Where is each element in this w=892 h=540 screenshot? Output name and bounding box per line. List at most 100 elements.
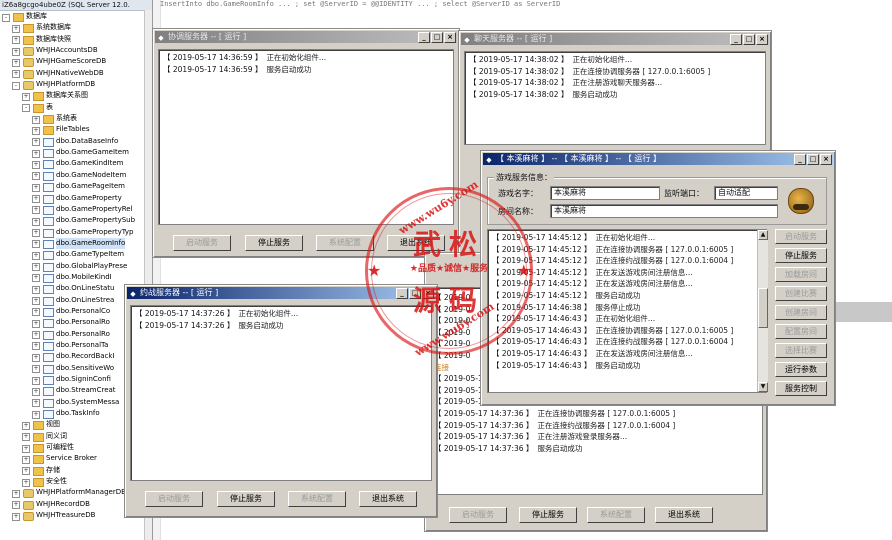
expand-icon[interactable]: + bbox=[32, 149, 40, 158]
tree-node[interactable]: + 数据库关系图 bbox=[0, 90, 152, 102]
expand-icon[interactable]: + bbox=[32, 285, 40, 294]
expand-icon[interactable]: + bbox=[32, 195, 40, 203]
tree-node[interactable]: + dbo.GameProperty bbox=[0, 193, 152, 204]
expand-icon[interactable]: + bbox=[12, 47, 20, 56]
stop-service-button[interactable]: 停止服务 bbox=[519, 507, 577, 523]
maximize-button[interactable]: □ bbox=[807, 154, 819, 165]
tree-node[interactable]: + dbo.GameGameItem bbox=[0, 147, 152, 159]
expand-icon[interactable]: + bbox=[32, 365, 40, 374]
side-button[interactable]: 停止服务 bbox=[775, 248, 827, 263]
expand-icon[interactable]: + bbox=[22, 467, 30, 476]
expand-icon[interactable]: + bbox=[32, 206, 40, 215]
collapse-icon[interactable]: - bbox=[2, 13, 10, 22]
tree-node[interactable]: + dbo.GameTypeItem bbox=[0, 249, 152, 261]
expand-icon[interactable]: + bbox=[32, 410, 40, 419]
maximize-button[interactable]: □ bbox=[431, 32, 443, 43]
system-config-button[interactable]: 系统配置 bbox=[587, 507, 645, 523]
expand-icon[interactable]: + bbox=[32, 274, 40, 283]
tree-node[interactable]: + dbo.GamePropertySub bbox=[0, 215, 152, 227]
tree-node[interactable]: + dbo.GamePropertyRel bbox=[0, 204, 152, 215]
expand-icon[interactable]: + bbox=[32, 342, 40, 351]
game-name-field[interactable]: 本溪麻将 bbox=[550, 186, 660, 200]
side-button[interactable]: 加载房间 bbox=[775, 267, 827, 282]
expand-icon[interactable]: + bbox=[32, 353, 40, 362]
expand-icon[interactable]: + bbox=[12, 512, 20, 521]
scroll-up-arrow[interactable]: ▲ bbox=[758, 230, 768, 240]
expand-icon[interactable]: + bbox=[32, 138, 40, 147]
expand-icon[interactable]: + bbox=[32, 229, 40, 238]
scroll-thumb[interactable] bbox=[758, 288, 768, 328]
expand-icon[interactable]: + bbox=[22, 478, 30, 487]
minimize-button[interactable]: _ bbox=[794, 154, 806, 165]
close-button[interactable]: × bbox=[820, 154, 832, 165]
exit-system-button[interactable]: 退出系统 bbox=[655, 507, 713, 523]
expand-icon[interactable]: + bbox=[32, 263, 40, 272]
log-scrollbar[interactable]: ▲ ▼ bbox=[757, 230, 768, 392]
expand-icon[interactable]: + bbox=[32, 217, 40, 226]
expand-icon[interactable]: + bbox=[12, 58, 20, 67]
expand-icon[interactable]: + bbox=[12, 489, 20, 498]
scroll-down-arrow[interactable]: ▼ bbox=[758, 382, 768, 392]
stop-service-button[interactable]: 停止服务 bbox=[217, 491, 275, 507]
side-button[interactable]: 配置房间 bbox=[775, 324, 827, 339]
tree-node[interactable]: + dbo.GamePropertyTyp bbox=[0, 227, 152, 238]
expand-icon[interactable]: + bbox=[12, 36, 20, 45]
expand-icon[interactable]: + bbox=[32, 240, 40, 249]
tree-node[interactable]: + WHJHGameScoreDB bbox=[0, 56, 152, 68]
expand-icon[interactable]: + bbox=[32, 331, 40, 340]
expand-icon[interactable]: + bbox=[12, 70, 20, 79]
side-button[interactable]: 启动服务 bbox=[775, 229, 827, 244]
collapse-icon[interactable]: - bbox=[12, 81, 20, 90]
expand-icon[interactable]: + bbox=[32, 319, 40, 328]
room-name-field[interactable]: 本溪麻将 bbox=[550, 204, 778, 218]
tree-node[interactable]: - WHJHPlatformDB bbox=[0, 79, 152, 91]
exit-system-button[interactable]: 退出系统 bbox=[359, 491, 417, 507]
expand-icon[interactable]: + bbox=[32, 308, 40, 317]
tree-node[interactable]: + FileTables bbox=[0, 124, 152, 136]
tree-node[interactable]: + dbo.GlobalPlayPrese bbox=[0, 261, 152, 272]
expand-icon[interactable]: + bbox=[32, 115, 40, 124]
tree-node[interactable]: -表 bbox=[0, 102, 152, 113]
expand-icon[interactable]: + bbox=[22, 433, 30, 442]
window-title-bar[interactable]: ◆ 【 本溪麻将 】 -- 【 本溪麻将 】 -- 【 运行 】 bbox=[483, 153, 833, 165]
close-button[interactable]: × bbox=[756, 34, 768, 45]
window-title-bar[interactable]: ◆ 聊天服务器 -- [ 运行 ] bbox=[461, 33, 769, 45]
expand-icon[interactable]: + bbox=[32, 172, 40, 181]
tree-node[interactable]: + dbo.DataBaseInfo bbox=[0, 136, 152, 147]
tree-node[interactable]: + dbo.GamePageItem bbox=[0, 181, 152, 193]
side-button[interactable]: 创建房间 bbox=[775, 305, 827, 320]
maximize-button[interactable]: □ bbox=[743, 34, 755, 45]
collapse-icon[interactable]: - bbox=[22, 104, 30, 113]
server-node-label[interactable]: iZ6a8gcgo4ube0Z (SQL Server 12.0. bbox=[0, 0, 152, 11]
listen-port-field[interactable]: 自动适配 bbox=[714, 186, 778, 200]
expand-icon[interactable]: + bbox=[22, 92, 30, 101]
expand-icon[interactable]: + bbox=[32, 126, 40, 135]
close-button[interactable]: × bbox=[444, 32, 456, 43]
tree-node[interactable]: + dbo.GameRoomInfo bbox=[0, 237, 152, 250]
expand-icon[interactable]: + bbox=[22, 455, 30, 464]
expand-icon[interactable]: + bbox=[22, 421, 30, 430]
system-config-button[interactable]: 系统配置 bbox=[288, 491, 346, 507]
minimize-button[interactable]: _ bbox=[730, 34, 742, 45]
tree-node[interactable]: + 系统表 bbox=[0, 113, 152, 125]
minimize-button[interactable]: _ bbox=[418, 32, 430, 43]
expand-icon[interactable]: + bbox=[32, 297, 40, 306]
expand-icon[interactable]: + bbox=[12, 501, 20, 510]
expand-icon[interactable]: + bbox=[32, 376, 40, 385]
tree-node[interactable]: + WHJHAccountsDB bbox=[0, 45, 152, 57]
tree-node[interactable]: + dbo.GameKindItem bbox=[0, 158, 152, 170]
start-service-button[interactable]: 启动服务 bbox=[173, 235, 231, 251]
expand-icon[interactable]: + bbox=[32, 399, 40, 408]
tree-node[interactable]: - 数据库 bbox=[0, 11, 152, 22]
tree-node[interactable]: + dbo.MobileKindI bbox=[0, 272, 152, 283]
expand-icon[interactable]: + bbox=[22, 444, 30, 453]
side-button[interactable]: 服务控制 bbox=[775, 381, 827, 396]
stop-service-button[interactable]: 停止服务 bbox=[245, 235, 303, 251]
side-button[interactable]: 选择比赛 bbox=[775, 343, 827, 358]
side-button[interactable]: 创建比赛 bbox=[775, 286, 827, 301]
expand-icon[interactable]: + bbox=[32, 251, 40, 260]
expand-icon[interactable]: + bbox=[32, 160, 40, 169]
tree-node[interactable]: + 数据库快照 bbox=[0, 34, 152, 45]
start-service-button[interactable]: 启动服务 bbox=[145, 491, 203, 507]
tree-node[interactable]: + dbo.GameNodeItem bbox=[0, 170, 152, 181]
